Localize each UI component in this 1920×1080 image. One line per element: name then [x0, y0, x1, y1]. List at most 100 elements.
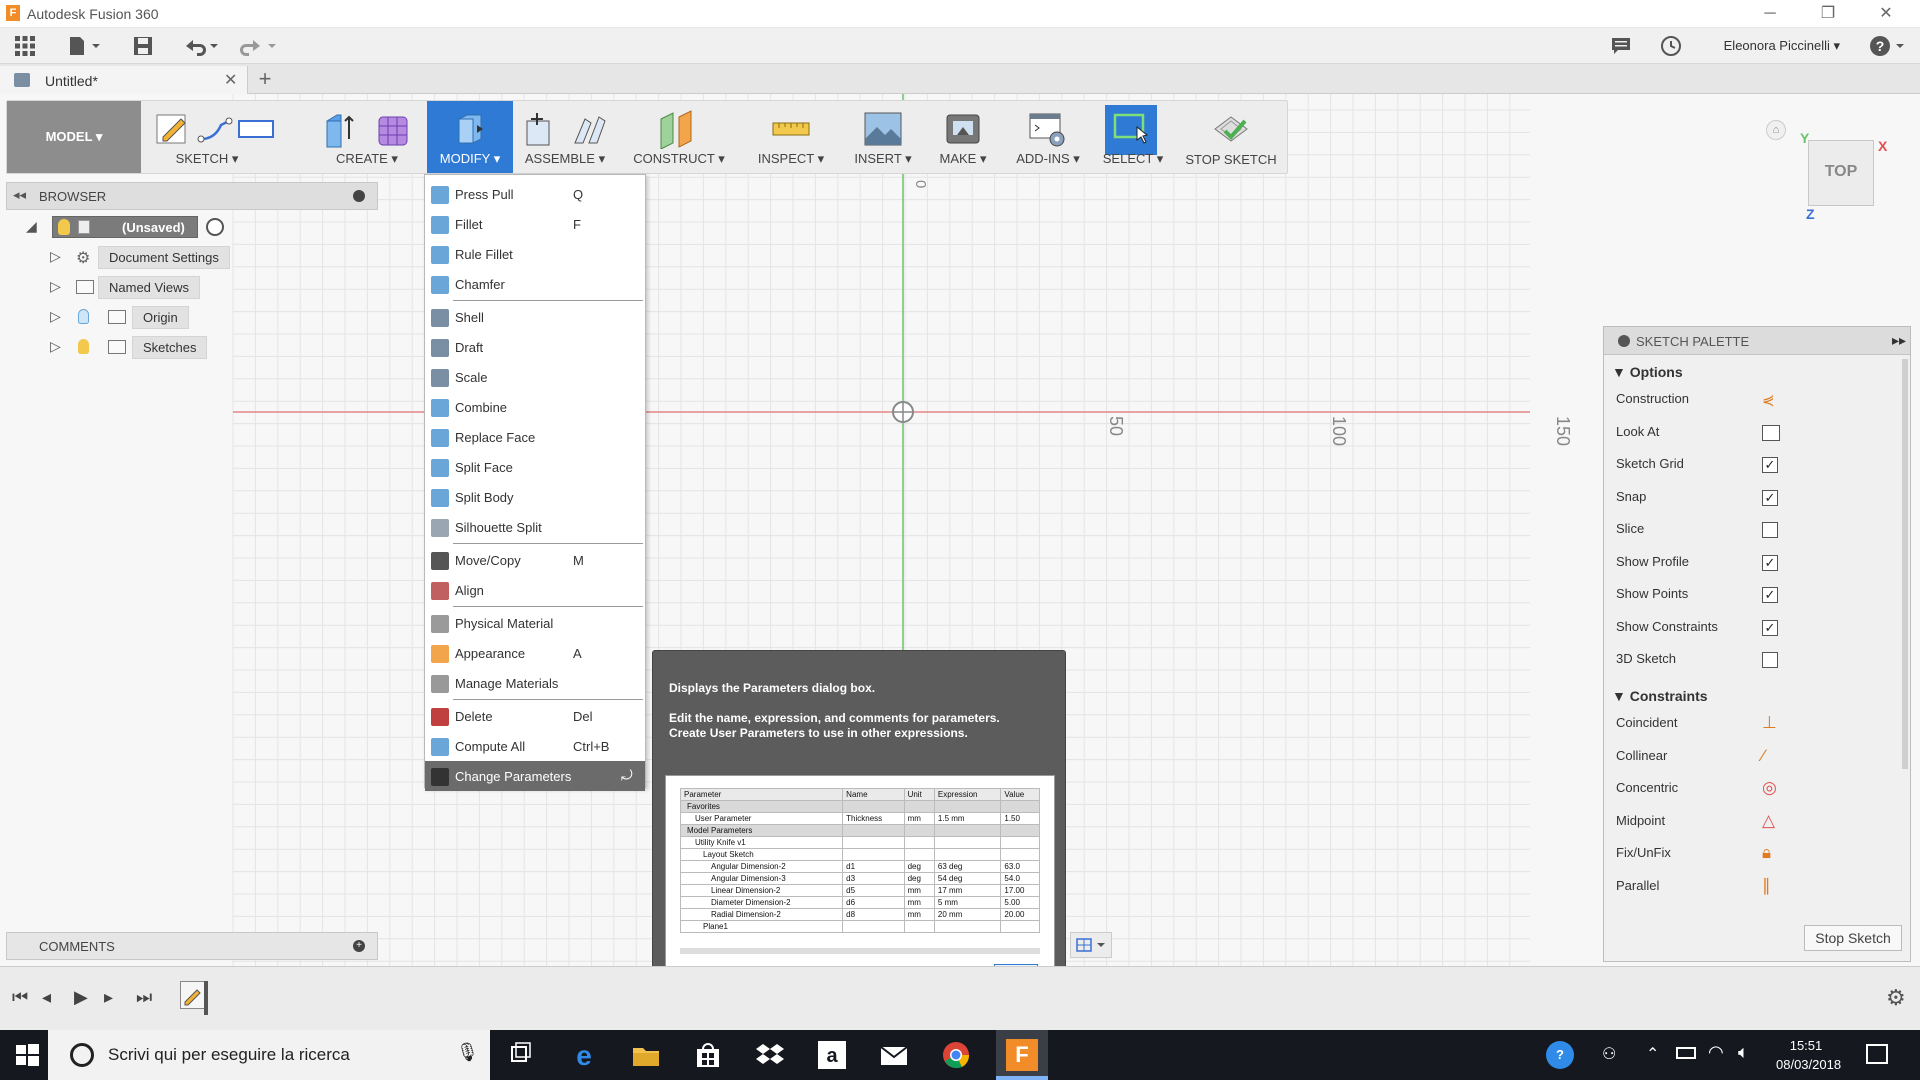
fix-unfix-constraint-icon[interactable]: 🔒︎ [1762, 843, 1771, 863]
menu-item-draft[interactable]: Draft [425, 332, 645, 362]
edge-browser-icon[interactable]: e [568, 1039, 600, 1071]
go-to-start-icon[interactable]: ⏮ [12, 987, 28, 1008]
inspect-group[interactable]: INSPECT ▾ [747, 101, 835, 173]
expand-triangle-icon[interactable]: ▷ [50, 338, 61, 355]
browser-pin-icon[interactable] [353, 190, 365, 202]
constraint-row-midpoint[interactable]: Midpoint △ [1616, 811, 1896, 833]
menu-item-change-parameters[interactable]: Change Parameters ⤾ [425, 761, 645, 791]
menu-item-align[interactable]: Align [425, 575, 645, 605]
midpoint-constraint-icon[interactable]: △ [1762, 811, 1775, 831]
assemble-group[interactable]: ASSEMBLE ▾ [515, 101, 615, 173]
menu-item-replace-face[interactable]: Replace Face [425, 422, 645, 452]
parallel-constraint-icon[interactable]: ∥ [1762, 876, 1771, 896]
action-center-icon[interactable] [1866, 1044, 1888, 1064]
menu-item-scale[interactable]: Scale [425, 362, 645, 392]
new-tab-button[interactable]: + [252, 66, 278, 92]
system-clock[interactable]: 15:51 08/03/2018 [1776, 1036, 1841, 1074]
menu-item-combine[interactable]: Combine [425, 392, 645, 422]
expand-triangle-icon[interactable]: ▷ [50, 278, 61, 295]
browser-panel-header[interactable]: ◂◂ BROWSER [6, 182, 378, 210]
taskbar-search-box[interactable]: Scrivi qui per eseguire la ricerca 🎙 [48, 1030, 490, 1080]
menu-item-split-face[interactable]: Split Face [425, 452, 645, 482]
menu-item-appearance[interactable]: Appearance A [425, 638, 645, 668]
restore-button[interactable]: ❐ [1800, 0, 1856, 28]
collapse-triangle-icon[interactable]: ◢ [26, 218, 37, 235]
create-group[interactable]: CREATE ▾ [307, 101, 427, 173]
dropbox-icon[interactable] [754, 1039, 786, 1071]
save-icon[interactable] [130, 34, 156, 58]
step-forward-icon[interactable]: ▸ [104, 987, 113, 1008]
menu-item-rule-fillet[interactable]: Rule Fillet [425, 239, 645, 269]
timeline-marker[interactable] [204, 981, 208, 1015]
browser-root-node[interactable]: ◢ (Unsaved) [26, 216, 236, 240]
add-ins-group[interactable]: ADD-INS ▾ [1003, 101, 1093, 173]
help-tray-icon[interactable]: ? [1546, 1041, 1574, 1069]
make-group[interactable]: MAKE ▾ [923, 101, 1003, 173]
menu-item-press-pull[interactable]: Press Pull Q [425, 179, 645, 209]
browser-item-sketches[interactable]: ▷ Sketches [26, 336, 236, 360]
palette-scrollbar[interactable] [1902, 359, 1908, 769]
menu-item-compute-all[interactable]: Compute All Ctrl+B [425, 731, 645, 761]
windows-start-icon[interactable] [14, 1042, 40, 1068]
visibility-bulb-icon[interactable] [78, 309, 89, 324]
constraint-row-fix-unfix[interactable]: Fix/UnFix 🔒︎ [1616, 843, 1896, 865]
menu-item-shell[interactable]: Shell [425, 302, 645, 332]
sketch-group[interactable]: SKETCH ▾ [147, 101, 274, 173]
job-status-clock-icon[interactable] [1658, 34, 1684, 58]
expand-triangle-icon[interactable]: ▷ [50, 308, 61, 325]
step-back-icon[interactable]: ◂ [42, 987, 51, 1008]
menu-item-split-body[interactable]: Split Body [425, 482, 645, 512]
play-icon[interactable]: ▶ [74, 987, 88, 1008]
mail-icon[interactable] [878, 1039, 910, 1071]
volume-icon[interactable]: 🔈︎ [1738, 1042, 1749, 1063]
menu-item-silhouette-split[interactable]: Silhouette Split [425, 512, 645, 542]
constraint-row-collinear[interactable]: Collinear ⁄ [1616, 746, 1896, 768]
redo-icon[interactable] [236, 34, 280, 58]
close-tab-icon[interactable]: ✕ [224, 70, 237, 90]
visibility-bulb-icon[interactable] [78, 339, 89, 354]
view-cube[interactable]: TOP [1808, 140, 1874, 206]
store-icon[interactable] [692, 1039, 724, 1071]
document-tab[interactable]: Untitled* ✕ [0, 66, 248, 94]
browser-item-origin[interactable]: ▷ Origin [26, 306, 236, 330]
file-explorer-icon[interactable] [630, 1039, 662, 1071]
stop-sketch-group[interactable]: STOP SKETCH [1175, 101, 1287, 173]
coincident-constraint-icon[interactable]: ⊥ [1762, 713, 1777, 733]
concentric-constraint-icon[interactable]: ◎ [1762, 778, 1777, 798]
constraint-row-concentric[interactable]: Concentric ◎ [1616, 778, 1896, 800]
activate-radio-icon[interactable] [206, 218, 224, 236]
workspace-switcher[interactable]: MODEL ▾ [7, 101, 141, 173]
help-icon[interactable]: ? [1868, 34, 1908, 58]
add-comment-icon[interactable]: + [353, 940, 365, 952]
wifi-icon[interactable]: ◠ [1708, 1042, 1724, 1063]
show-hidden-icons-chevron[interactable]: ⌃ [1646, 1044, 1659, 1064]
stop-sketch-button[interactable]: Stop Sketch [1804, 925, 1902, 951]
timeline-settings-gear-icon[interactable]: ⚙ [1886, 985, 1906, 1011]
insert-group[interactable]: INSERT ▾ [843, 101, 923, 173]
fusion-taskbar-active[interactable]: F [996, 1030, 1048, 1080]
battery-icon[interactable] [1676, 1047, 1696, 1059]
select-group[interactable]: SELECT ▾ [1093, 101, 1173, 173]
browser-item-named-views[interactable]: ▷ Named Views [26, 276, 236, 300]
home-view-icon[interactable]: ⌂ [1766, 120, 1786, 140]
undo-icon[interactable] [180, 34, 224, 58]
timeline-sketch-feature-icon[interactable] [180, 981, 206, 1009]
user-account-menu[interactable]: Eleonora Piccinelli ▾ [1724, 38, 1840, 54]
chrome-icon[interactable] [940, 1039, 972, 1071]
data-panel-grid-icon[interactable] [12, 34, 38, 58]
menu-item-physical-material[interactable]: Physical Material [425, 608, 645, 638]
constraint-row-parallel[interactable]: Parallel ∥ [1616, 876, 1896, 898]
collapse-browser-icon[interactable]: ◂◂ [13, 187, 26, 203]
browser-item-document-settings[interactable]: ▷ ⚙ Document Settings [26, 246, 236, 270]
constraint-row-coincident[interactable]: Coincident ⊥ [1616, 713, 1896, 735]
close-window-button[interactable]: ✕ [1858, 0, 1914, 28]
notifications-icon[interactable] [1608, 34, 1634, 58]
expand-triangle-icon[interactable]: ▷ [50, 248, 61, 265]
construct-group[interactable]: CONSTRUCT ▾ [625, 101, 733, 173]
display-settings-button[interactable] [1070, 932, 1112, 958]
microphone-icon[interactable]: 🎙 [456, 1042, 479, 1063]
menu-item-chamfer[interactable]: Chamfer [425, 269, 645, 299]
menu-item-manage-materials[interactable]: Manage Materials [425, 668, 645, 698]
go-to-end-icon[interactable]: ⏭ [136, 987, 152, 1008]
comments-panel-header[interactable]: COMMENTS + [6, 932, 378, 960]
